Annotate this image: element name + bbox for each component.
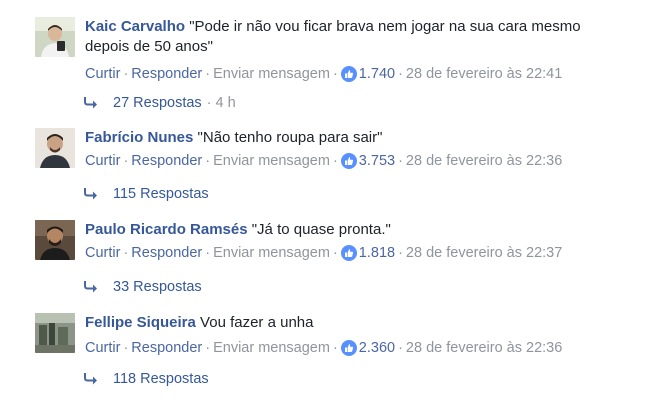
comment-text-line2: depois de 50 anos" — [85, 38, 213, 55]
reply-time: · 4 h — [206, 95, 236, 111]
comment-body: Fabrício Nunes "Não tenho roupa para sai… — [85, 128, 632, 171]
like-count[interactable]: 3.753 — [359, 151, 395, 171]
thumbs-up-icon — [340, 340, 357, 356]
send-message-link[interactable]: Enviar mensagem — [213, 151, 330, 171]
comment-text-line1: "Pode ir não vou ficar brava nem jogar n… — [189, 18, 581, 35]
comment-body: Kaic Carvalho "Pode ir não vou ficar bra… — [85, 17, 632, 84]
reply-arrow-icon — [84, 373, 97, 385]
comment-text-line1: Vou fazer a unha — [200, 314, 314, 331]
separator: · — [398, 245, 403, 261]
separator: · — [123, 245, 129, 261]
send-message-link[interactable]: Enviar mensagem — [213, 64, 330, 84]
separator: · — [332, 340, 338, 356]
reply-arrow-icon — [84, 188, 97, 200]
timestamp[interactable]: 28 de fevereiro às 22:36 — [406, 151, 562, 171]
replies-link[interactable]: 118 Respostas — [113, 369, 209, 389]
like-link[interactable]: Curtir — [85, 151, 120, 171]
avatar-photo-icon — [35, 220, 75, 260]
separator: · — [205, 153, 211, 169]
thumbs-up-icon — [340, 245, 357, 261]
avatar[interactable] — [35, 128, 75, 168]
separator: · — [123, 153, 129, 169]
comment-text: Kaic Carvalho "Pode ir não vou ficar bra… — [85, 17, 632, 37]
reply-link[interactable]: Responder — [131, 64, 202, 84]
avatar[interactable] — [35, 313, 75, 353]
comment-text: Fellipe Siqueira Vou fazer a unha — [85, 313, 632, 333]
reply-arrow-icon — [84, 97, 97, 109]
separator: · — [332, 66, 338, 82]
reply-arrow-icon — [84, 281, 97, 293]
replies-row: 33 Respostas — [83, 277, 202, 297]
send-message-link[interactable]: Enviar mensagem — [213, 338, 330, 358]
like-count[interactable]: 1.740 — [359, 64, 395, 84]
avatar-photo-icon — [35, 313, 75, 353]
like-link[interactable]: Curtir — [85, 243, 120, 263]
author-name[interactable]: Kaic Carvalho — [85, 18, 185, 35]
replies-row: 27 Respostas · 4 h — [83, 93, 236, 113]
reply-link[interactable]: Responder — [131, 151, 202, 171]
comment-text: Paulo Ricardo Ramsés "Já to quase pronta… — [85, 220, 632, 240]
comment-actions: Curtir · Responder · Enviar mensagem · 1… — [85, 64, 632, 84]
separator: · — [332, 245, 338, 261]
reply-link[interactable]: Responder — [131, 243, 202, 263]
comment-text-line1: "Não tenho roupa para sair" — [197, 129, 383, 146]
comment-actions: Curtir · Responder · Enviar mensagem · 2… — [85, 338, 632, 358]
avatar-photo-icon — [35, 128, 75, 168]
comment-text: Fabrício Nunes "Não tenho roupa para sai… — [85, 128, 632, 148]
send-message-link[interactable]: Enviar mensagem — [213, 243, 330, 263]
separator: · — [332, 153, 338, 169]
replies-link[interactable]: 33 Respostas — [113, 277, 202, 297]
replies-link[interactable]: 27 Respostas — [113, 93, 202, 113]
avatar[interactable] — [35, 17, 75, 57]
comment-actions: Curtir · Responder · Enviar mensagem · 1… — [85, 243, 632, 263]
reply-link[interactable]: Responder — [131, 338, 202, 358]
avatar[interactable] — [35, 220, 75, 260]
replies-row: 115 Respostas — [83, 184, 209, 204]
comment-actions: Curtir · Responder · Enviar mensagem · 3… — [85, 151, 632, 171]
comment-body: Fellipe Siqueira Vou fazer a unha Curtir… — [85, 313, 632, 358]
timestamp[interactable]: 28 de fevereiro às 22:36 — [406, 338, 562, 358]
separator: · — [205, 245, 211, 261]
timestamp[interactable]: 28 de fevereiro às 22:41 — [406, 64, 562, 84]
comment-body: Paulo Ricardo Ramsés "Já to quase pronta… — [85, 220, 632, 263]
replies-row: 118 Respostas — [83, 369, 209, 389]
timestamp[interactable]: 28 de fevereiro às 22:37 — [406, 243, 562, 263]
replies-link[interactable]: 115 Respostas — [113, 184, 209, 204]
separator: · — [123, 66, 129, 82]
like-link[interactable]: Curtir — [85, 64, 120, 84]
separator: · — [123, 340, 129, 356]
separator: · — [205, 66, 211, 82]
thumbs-up-icon — [340, 66, 357, 82]
thumbs-up-icon — [340, 153, 357, 169]
author-name[interactable]: Fellipe Siqueira — [85, 314, 196, 331]
author-name[interactable]: Paulo Ricardo Ramsés — [85, 221, 248, 238]
like-count[interactable]: 1.818 — [359, 243, 395, 263]
like-count[interactable]: 2.360 — [359, 338, 395, 358]
avatar-photo-icon — [35, 17, 75, 57]
separator: · — [398, 66, 403, 82]
comment-text-line1: "Já to quase pronta." — [251, 221, 391, 238]
separator: · — [205, 340, 211, 356]
author-name[interactable]: Fabrício Nunes — [85, 129, 193, 146]
separator: · — [398, 153, 403, 169]
separator: · — [398, 340, 403, 356]
like-link[interactable]: Curtir — [85, 338, 120, 358]
comment-feed: Kaic Carvalho "Pode ir não vou ficar bra… — [0, 0, 652, 408]
